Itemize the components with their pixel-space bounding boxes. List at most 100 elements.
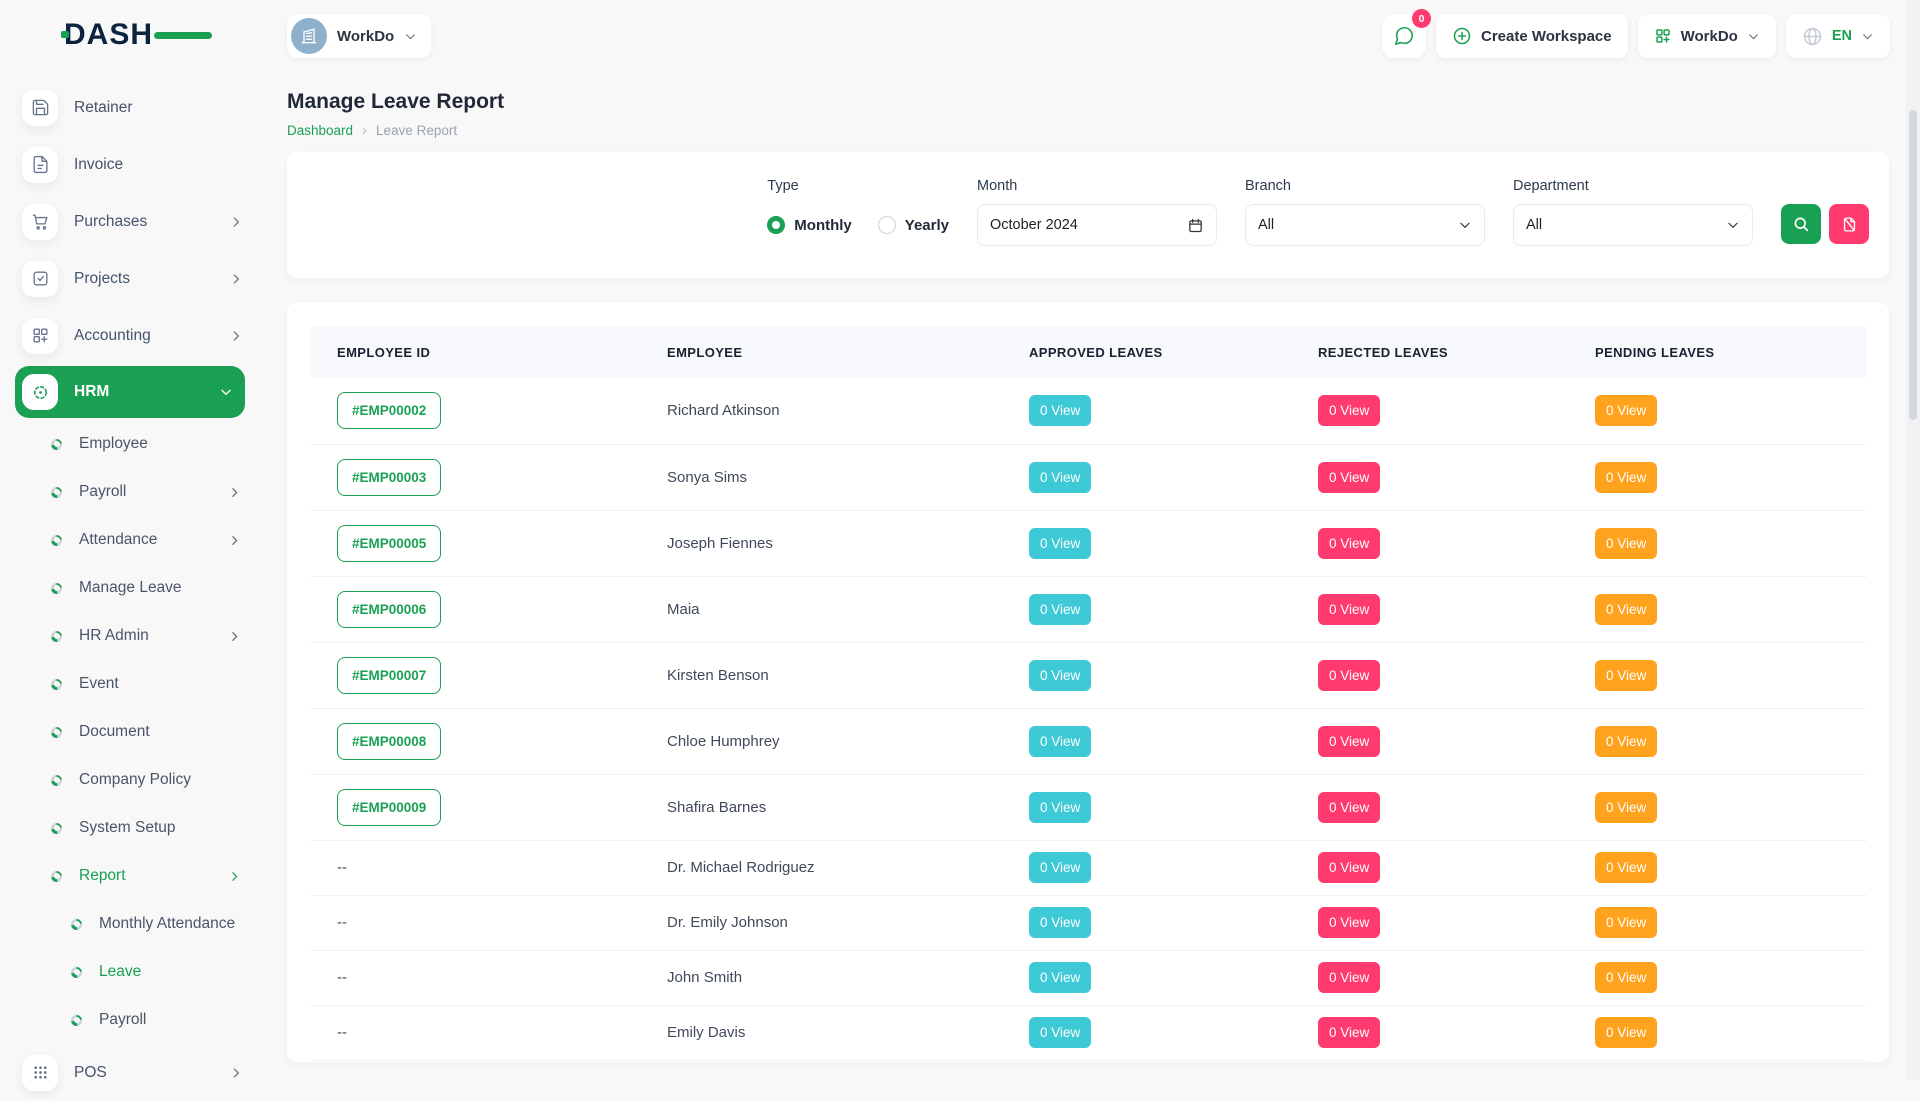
- pending-leaves-view-button[interactable]: 0 View: [1595, 726, 1657, 757]
- chevron-right-icon: [228, 534, 241, 547]
- branch-label: Branch: [1245, 178, 1485, 194]
- approved-leaves-view-button[interactable]: 0 View: [1029, 462, 1091, 493]
- messages-button[interactable]: 0: [1382, 14, 1426, 58]
- sidebar-item-employee[interactable]: Employee: [15, 420, 255, 468]
- breadcrumb-dashboard-link[interactable]: Dashboard: [287, 123, 353, 138]
- employee-id-button[interactable]: #EMP00006: [337, 591, 441, 628]
- sidebar-subitem-label: Document: [79, 723, 241, 741]
- radio-yearly[interactable]: Yearly: [878, 216, 949, 234]
- approved-leaves-view-button[interactable]: 0 View: [1029, 594, 1091, 625]
- rejected-leaves-view-button[interactable]: 0 View: [1318, 852, 1380, 883]
- sidebar-item-hr-admin[interactable]: HR Admin: [15, 612, 255, 660]
- sidebar-item-retainer[interactable]: Retainer: [15, 79, 255, 136]
- sidebar-item-company-policy[interactable]: Company Policy: [15, 756, 255, 804]
- rejected-leaves-view-button[interactable]: 0 View: [1318, 792, 1380, 823]
- sidebar-item-system-setup[interactable]: System Setup: [15, 804, 255, 852]
- radio-monthly[interactable]: Monthly: [767, 216, 852, 234]
- search-icon: [1792, 215, 1810, 233]
- sidebar-item-manage-leave[interactable]: Manage Leave: [15, 564, 255, 612]
- pending-leaves-view-button[interactable]: 0 View: [1595, 792, 1657, 823]
- rejected-leaves-view-button[interactable]: 0 View: [1318, 1017, 1380, 1048]
- donut-bullet-icon: [51, 823, 62, 834]
- sidebar-item-leave-report[interactable]: Leave: [15, 948, 255, 996]
- branch-select[interactable]: All: [1245, 204, 1485, 246]
- table-header-row: EMPLOYEE ID EMPLOYEE APPROVED LEAVES REJ…: [311, 326, 1867, 378]
- sidebar-item-event[interactable]: Event: [15, 660, 255, 708]
- employee-id-button[interactable]: #EMP00007: [337, 657, 441, 694]
- sidebar-item-attendance[interactable]: Attendance: [15, 516, 255, 564]
- table-row: -- Dr. Emily Johnson 0 View 0 View 0 Vie…: [311, 895, 1867, 950]
- pending-leaves-view-button[interactable]: 0 View: [1595, 1017, 1657, 1048]
- rejected-leaves-view-button[interactable]: 0 View: [1318, 660, 1380, 691]
- sidebar-item-invoice[interactable]: Invoice: [15, 136, 255, 193]
- pending-leaves-view-button[interactable]: 0 View: [1595, 962, 1657, 993]
- scrollbar-thumb[interactable]: [1909, 110, 1917, 420]
- sidebar-item-pos[interactable]: POS: [15, 1044, 255, 1101]
- search-button[interactable]: [1781, 204, 1821, 244]
- employee-id-button[interactable]: #EMP00008: [337, 723, 441, 760]
- create-workspace-button[interactable]: Create Workspace: [1436, 14, 1628, 58]
- pending-leaves-view-button[interactable]: 0 View: [1595, 852, 1657, 883]
- table-row: #EMP00005 Joseph Fiennes 0 View 0 View 0…: [311, 510, 1867, 576]
- employee-id-button[interactable]: #EMP00003: [337, 459, 441, 496]
- employee-id-button[interactable]: #EMP00009: [337, 789, 441, 826]
- employee-name: Dr. Emily Johnson: [667, 914, 788, 931]
- workdo-menu-button[interactable]: WorkDo: [1638, 14, 1776, 58]
- employee-id-button[interactable]: #EMP00005: [337, 525, 441, 562]
- rejected-leaves-view-button[interactable]: 0 View: [1318, 962, 1380, 993]
- approved-leaves-view-button[interactable]: 0 View: [1029, 792, 1091, 823]
- sidebar-item-report[interactable]: Report: [15, 852, 255, 900]
- rejected-leaves-view-button[interactable]: 0 View: [1318, 395, 1380, 426]
- sidebar-item-monthly-attendance[interactable]: Monthly Attendance: [15, 900, 255, 948]
- rejected-leaves-view-button[interactable]: 0 View: [1318, 726, 1380, 757]
- approved-leaves-view-button[interactable]: 0 View: [1029, 528, 1091, 559]
- donut-bullet-icon: [51, 487, 62, 498]
- sidebar-item-hrm[interactable]: HRM: [15, 366, 245, 418]
- workspace-selector[interactable]: WorkDo: [287, 14, 431, 58]
- pending-leaves-view-button[interactable]: 0 View: [1595, 395, 1657, 426]
- department-filter: Department All: [1513, 178, 1753, 278]
- sidebar-item-payroll[interactable]: Payroll: [15, 468, 255, 516]
- rejected-leaves-view-button[interactable]: 0 View: [1318, 907, 1380, 938]
- page-scrollbar[interactable]: [1906, 0, 1920, 1080]
- pending-leaves-view-button[interactable]: 0 View: [1595, 462, 1657, 493]
- rejected-leaves-view-button[interactable]: 0 View: [1318, 594, 1380, 625]
- employee-name: Chloe Humphrey: [667, 733, 780, 750]
- reset-filter-button[interactable]: [1829, 204, 1869, 244]
- column-employee: EMPLOYEE: [667, 326, 1029, 378]
- sidebar-item-projects[interactable]: Projects: [15, 250, 255, 307]
- sidebar-item-accounting[interactable]: Accounting: [15, 307, 255, 364]
- sidebar-item-payroll-report[interactable]: Payroll: [15, 996, 255, 1044]
- rejected-leaves-view-button[interactable]: 0 View: [1318, 528, 1380, 559]
- create-workspace-label: Create Workspace: [1481, 28, 1612, 45]
- month-value: October 2024: [990, 217, 1187, 233]
- pending-leaves-view-button[interactable]: 0 View: [1595, 528, 1657, 559]
- approved-leaves-view-button[interactable]: 0 View: [1029, 907, 1091, 938]
- department-select[interactable]: All: [1513, 204, 1753, 246]
- sidebar-item-purchases[interactable]: Purchases: [15, 193, 255, 250]
- employee-name: Kirsten Benson: [667, 667, 769, 684]
- column-pending-leaves: PENDING LEAVES: [1595, 326, 1867, 378]
- rejected-leaves-view-button[interactable]: 0 View: [1318, 462, 1380, 493]
- approved-leaves-view-button[interactable]: 0 View: [1029, 726, 1091, 757]
- pending-leaves-view-button[interactable]: 0 View: [1595, 660, 1657, 691]
- table-row: #EMP00008 Chloe Humphrey 0 View 0 View 0…: [311, 708, 1867, 774]
- sidebar-item-document[interactable]: Document: [15, 708, 255, 756]
- approved-leaves-view-button[interactable]: 0 View: [1029, 395, 1091, 426]
- brand-logo[interactable]: DASH: [64, 18, 194, 52]
- pending-leaves-view-button[interactable]: 0 View: [1595, 594, 1657, 625]
- approved-leaves-view-button[interactable]: 0 View: [1029, 660, 1091, 691]
- approved-leaves-view-button[interactable]: 0 View: [1029, 962, 1091, 993]
- chevron-right-icon: [229, 1066, 243, 1080]
- employee-id-empty: --: [337, 1024, 347, 1041]
- approved-leaves-view-button[interactable]: 0 View: [1029, 1017, 1091, 1048]
- donut-bullet-icon: [71, 1015, 82, 1026]
- language-selector[interactable]: EN: [1786, 14, 1890, 58]
- approved-leaves-view-button[interactable]: 0 View: [1029, 852, 1091, 883]
- employee-name: Dr. Michael Rodriguez: [667, 859, 815, 876]
- pending-leaves-view-button[interactable]: 0 View: [1595, 907, 1657, 938]
- month-input[interactable]: October 2024: [977, 204, 1217, 246]
- employee-id-button[interactable]: #EMP00002: [337, 392, 441, 429]
- donut-bullet-icon: [51, 439, 62, 450]
- column-rejected-leaves: REJECTED LEAVES: [1318, 326, 1595, 378]
